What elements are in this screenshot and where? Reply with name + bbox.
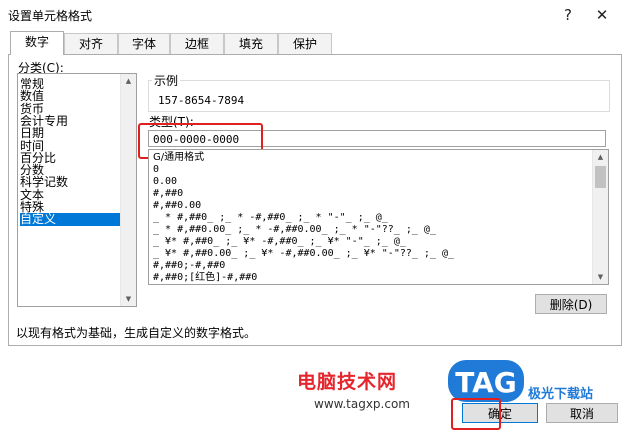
format-item[interactable]: #,##0 <box>153 188 183 200</box>
format-item[interactable]: _ ¥* #,##0.00_ ;_ ¥* -#,##0.00_ ;_ ¥* "-… <box>153 248 454 260</box>
dialog-title: 设置单元格格式 <box>8 9 93 23</box>
tab-font[interactable]: 字体 <box>118 33 170 54</box>
close-button[interactable]: ✕ <box>589 3 615 27</box>
scroll-up-icon[interactable]: ▲ <box>121 74 136 88</box>
scroll-thumb[interactable] <box>595 166 606 188</box>
format-item[interactable]: 0 <box>153 164 159 176</box>
format-item[interactable]: #,##0;[红色]-#,##0 <box>153 272 257 284</box>
category-item-date[interactable]: 日期 <box>20 127 120 140</box>
format-item[interactable]: 0.00 <box>153 176 177 188</box>
format-list[interactable]: G/通用格式 0 0.00 #,##0 #,##0.00 _ * #,##0_ … <box>148 149 609 285</box>
sample-label: 示例 <box>152 72 181 89</box>
format-item[interactable]: _ ¥* #,##0_ ;_ ¥* -#,##0_ ;_ ¥* "-"_ ;_ … <box>153 236 406 248</box>
format-item[interactable]: #,##0.00 <box>153 200 201 212</box>
format-item[interactable]: _ * #,##0.00_ ;_ * -#,##0.00_ ;_ * "-"??… <box>153 224 436 236</box>
sample-value: 157-8654-7894 <box>158 94 245 107</box>
watermark-url: www.tagxp.com <box>314 397 410 411</box>
category-scrollbar[interactable]: ▲ ▼ <box>120 74 136 306</box>
format-item[interactable]: _ * #,##0_ ;_ * -#,##0_ ;_ * "-"_ ;_ @_ <box>153 212 388 224</box>
close-icon: ✕ <box>595 6 609 24</box>
tab-protection[interactable]: 保护 <box>278 33 332 54</box>
ok-highlight-box <box>451 398 501 430</box>
format-scrollbar[interactable]: ▲ ▼ <box>592 150 608 284</box>
tab-fill[interactable]: 填充 <box>224 33 278 54</box>
scroll-up-icon[interactable]: ▲ <box>593 150 608 164</box>
category-list[interactable]: 常规 数值 货币 会计专用 日期 时间 百分比 分数 科学记数 文本 特殊 自定… <box>17 73 137 307</box>
tab-number[interactable]: 数字 <box>10 31 64 55</box>
delete-button[interactable]: 删除(D) <box>535 294 607 314</box>
format-item[interactable]: G/通用格式 <box>153 152 204 164</box>
description-text: 以现有格式为基础，生成自定义的数字格式。 <box>16 326 257 340</box>
title-bar <box>0 0 628 30</box>
category-item-scientific[interactable]: 科学记数 <box>20 176 120 189</box>
cancel-button[interactable]: 取消 <box>546 403 618 423</box>
scroll-down-icon[interactable]: ▼ <box>593 270 608 284</box>
category-item-time[interactable]: 时间 <box>20 139 120 152</box>
category-item-number[interactable]: 数值 <box>20 90 120 103</box>
tab-alignment[interactable]: 对齐 <box>64 33 118 54</box>
scroll-down-icon[interactable]: ▼ <box>121 292 136 306</box>
watermark-text: 电脑技术网 <box>297 371 398 393</box>
tab-border[interactable]: 边框 <box>170 33 224 54</box>
help-button[interactable]: ? <box>555 3 581 27</box>
category-item-custom[interactable]: 自定义 <box>20 213 120 226</box>
format-item[interactable]: #,##0;-#,##0 <box>153 260 225 272</box>
tab-bar: 数字 对齐 字体 边框 填充 保护 <box>10 31 340 55</box>
watermark-side-text: 极光下载站 <box>528 387 594 402</box>
svg-text:TAG: TAG <box>455 366 517 399</box>
